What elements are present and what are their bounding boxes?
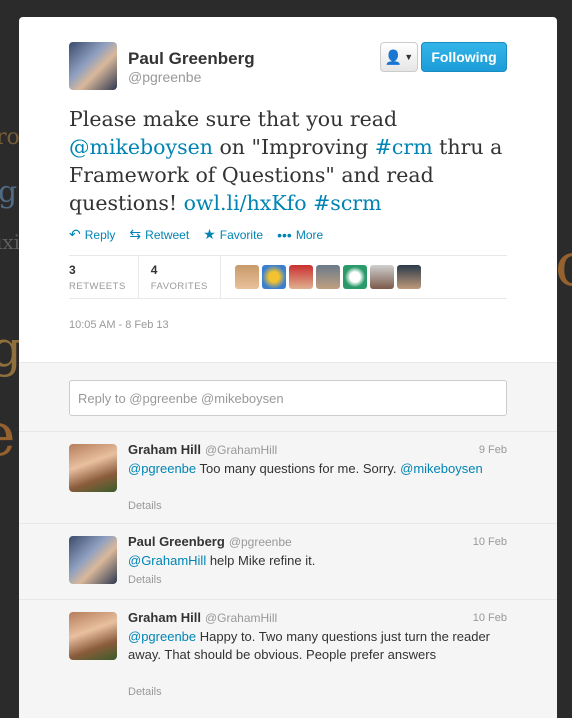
url-link[interactable]: owl.li/hxKfo (184, 191, 307, 215)
reply-text-body: help Mike refine it. (206, 553, 316, 568)
retweet-label: Retweet (145, 227, 190, 242)
favoriter-avatar[interactable] (315, 265, 340, 289)
avatar[interactable] (69, 536, 117, 584)
tweet-detail: Paul Greenberg @pgreenbe 👤 ▼ Following P… (19, 17, 557, 362)
reply-icon: ↶ (69, 226, 81, 242)
more-action[interactable]: ••• More (277, 226, 323, 243)
favorite-label: Favorite (219, 227, 264, 242)
favorites-label: FAVORITES (150, 280, 208, 292)
retweet-icon: ⇆ (129, 226, 142, 242)
more-label: More (295, 227, 324, 242)
favoriter-avatars (234, 265, 421, 289)
mention-link[interactable]: @mikeboysen (400, 461, 483, 476)
favoriter-avatar[interactable] (342, 265, 367, 289)
hashtag-crm-link[interactable]: #crm (375, 135, 433, 159)
retweets-count: 3 (69, 262, 76, 277)
favoriter-avatar[interactable] (288, 265, 313, 289)
mention-link[interactable]: @pgreenbe (128, 461, 196, 476)
tweet-panel: Paul Greenberg @pgreenbe 👤 ▼ Following P… (19, 17, 557, 718)
favoriter-avatar[interactable] (261, 265, 286, 289)
tweet-text-prefix: Please make sure that you read (69, 107, 398, 131)
tweet-text: Please make sure that you read @mikeboys… (69, 105, 509, 217)
reply-input[interactable]: Reply to @pgreenbe @mikeboysen (69, 380, 507, 416)
details-link[interactable]: Details (128, 686, 162, 698)
favoriter-avatar[interactable] (369, 265, 394, 289)
favorites-stat[interactable]: 4 FAVORITES (151, 255, 221, 299)
reply-date[interactable]: 10 Feb (473, 536, 507, 548)
user-menu-button[interactable]: 👤 ▼ (380, 42, 418, 72)
retweets-stat[interactable]: 3 RETWEETS (69, 255, 139, 299)
reply-label: Reply (84, 227, 116, 242)
reply-date[interactable]: 10 Feb (473, 612, 507, 624)
reply-author-handle[interactable]: @pgreenbe (229, 535, 292, 549)
reply-author-name[interactable]: Paul Greenberg (128, 534, 225, 549)
reply-date[interactable]: 9 Feb (479, 444, 507, 456)
author-avatar[interactable] (69, 42, 117, 90)
mention-link[interactable]: @pgreenbe (128, 629, 196, 644)
tweet-text-mid: on "Improving (212, 135, 375, 159)
tweet-stats: 3 RETWEETS 4 FAVORITES (69, 255, 507, 299)
reply-text: @GrahamHill help Mike refine it. (128, 552, 508, 570)
reply-text-body: Too many questions for me. Sorry. (196, 461, 401, 476)
mention-link[interactable]: @mikeboysen (69, 135, 213, 159)
more-dots-icon: ••• (277, 226, 292, 243)
reply-action[interactable]: ↶ Reply (69, 226, 115, 243)
chevron-down-icon: ▼ (404, 52, 414, 62)
favorites-count: 4 (150, 262, 158, 277)
star-icon: ★ (203, 226, 216, 242)
mention-link[interactable]: @GrahamHill (128, 553, 206, 568)
reply-author-handle[interactable]: @GrahamHill (205, 611, 277, 625)
reply-item[interactable]: Paul Greenberg @pgreenbe 10 Feb @GrahamHi… (19, 523, 557, 599)
following-button[interactable]: Following (421, 42, 507, 72)
retweet-action[interactable]: ⇆ Retweet (129, 226, 189, 243)
author-name[interactable]: Paul Greenberg (128, 49, 255, 69)
reply-text: @pgreenbe Too many questions for me. Sor… (128, 460, 508, 478)
avatar[interactable] (69, 612, 117, 660)
user-icon: 👤 (384, 48, 403, 65)
details-link[interactable]: Details (128, 574, 162, 586)
reply-author-name[interactable]: Graham Hill (128, 610, 201, 625)
tweet-timestamp[interactable]: 10:05 AM - 8 Feb 13 (69, 319, 169, 331)
details-link[interactable]: Details (128, 500, 162, 512)
tweet-actions: ↶ Reply ⇆ Retweet ★ Favorite ••• More (69, 226, 323, 243)
reply-author-handle[interactable]: @GrahamHill (205, 443, 277, 457)
favoriter-avatar[interactable] (396, 265, 421, 289)
reply-author-name[interactable]: Graham Hill (128, 442, 201, 457)
avatar[interactable] (69, 444, 117, 492)
reply-item[interactable]: Graham Hill @GrahamHill 9 Feb @pgreenbe T… (19, 431, 557, 523)
reply-text: @pgreenbe Happy to. Two many questions j… (128, 628, 508, 664)
replies-section: Reply to @pgreenbe @mikeboysen Graham Hi… (19, 362, 557, 718)
retweets-label: RETWEETS (69, 280, 126, 292)
favorite-action[interactable]: ★ Favorite (203, 226, 263, 243)
reply-item[interactable]: Graham Hill @GrahamHill 10 Feb @pgreenbe … (19, 599, 557, 709)
author-handle[interactable]: @pgreenbe (128, 69, 201, 85)
favoriter-avatar[interactable] (234, 265, 259, 289)
hashtag-scrm-link[interactable]: #scrm (313, 191, 381, 215)
